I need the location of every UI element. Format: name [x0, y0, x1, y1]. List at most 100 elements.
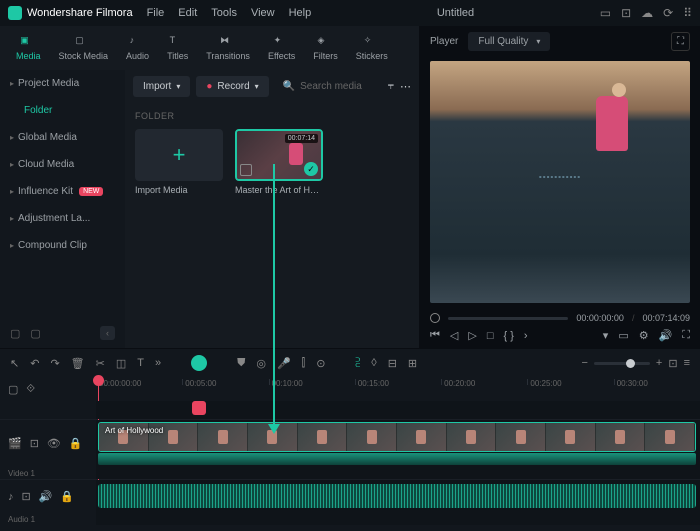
clip-indicator-icon — [240, 164, 252, 176]
app-logo: Wondershare Filmora — [8, 6, 133, 20]
sidebar-compound[interactable]: ▸Compound Clip — [0, 232, 125, 259]
player-label: Player — [430, 36, 458, 47]
audio-track-icon[interactable]: ♪ — [8, 491, 14, 503]
mic-icon[interactable]: 🎤 — [277, 357, 291, 370]
sidebar-project-media[interactable]: ▸Project Media — [0, 70, 125, 97]
zoom-out-icon[interactable]: − — [581, 357, 587, 369]
track-link-icon[interactable]: ⟐ — [26, 383, 35, 396]
snap-icon[interactable]: ⫔ — [355, 357, 360, 370]
audio-track: ♪ ⊡ 🔊 🔒 — [0, 479, 700, 513]
tab-filters[interactable]: ◈Filters — [305, 31, 346, 65]
more-icon[interactable]: ⋯ — [400, 80, 411, 93]
help-icon[interactable]: ⟳ — [663, 6, 673, 20]
forward-button[interactable]: › — [524, 330, 528, 342]
speed-icon[interactable]: ⊙ — [316, 357, 325, 370]
main-menu: File Edit Tools View Help — [147, 7, 312, 19]
video-track: 🎬 ⊡ 👁 🔒 Art of Hollywood — [0, 419, 700, 467]
delete-icon[interactable]: 🗑 — [71, 357, 85, 370]
back-button[interactable]: ◁ — [450, 329, 458, 342]
tab-effects[interactable]: ✦Effects — [260, 31, 303, 65]
fullscreen-button[interactable]: ⛶ — [682, 329, 690, 342]
audio-clip[interactable] — [98, 484, 696, 508]
collapse-sidebar-icon[interactable]: ‹ — [100, 326, 115, 340]
menu-file[interactable]: File — [147, 7, 165, 19]
tab-stickers[interactable]: ✧Stickers — [348, 31, 396, 65]
link-icon[interactable]: ⊟ — [388, 357, 397, 370]
group-icon[interactable]: ⊞ — [408, 357, 417, 370]
track-menu-icon[interactable]: ⊡ — [30, 437, 39, 450]
sidebar-adjustment[interactable]: ▸Adjustment La... — [0, 205, 125, 232]
asset-tabs: ▣Media ▢Stock Media ♪Audio TTitles ⧓Tran… — [0, 26, 419, 70]
marker-button[interactable]: ▾ — [603, 329, 609, 342]
settings-button[interactable]: ⚙ — [639, 329, 649, 342]
video-clip[interactable]: Art of Hollywood — [98, 422, 696, 452]
lock-icon[interactable]: 🔒 — [60, 490, 74, 503]
media-sidebar: ▸Project Media Folder ▸Global Media ▸Clo… — [0, 70, 125, 348]
fit-icon[interactable]: ⊡ — [668, 357, 677, 370]
track-add-icon[interactable]: ▢ — [8, 383, 18, 396]
video-preview[interactable]: ▪▪▪▪▪▪▪▪▪▪▪ — [430, 61, 690, 303]
record-button[interactable]: ●Record▾ — [196, 76, 268, 97]
text-icon[interactable]: T — [137, 357, 144, 369]
menu-help[interactable]: Help — [289, 7, 312, 19]
seek-bar[interactable] — [448, 317, 568, 320]
media-clip-tile[interactable]: 00:07:14 ✓ Master the Art of Holl... — [235, 129, 323, 195]
redo-icon[interactable]: ↷ — [50, 357, 59, 370]
plus-icon: + — [173, 142, 186, 168]
compare-button[interactable]: ▭ — [618, 329, 628, 342]
quality-dropdown[interactable]: Full Quality▾ — [468, 32, 550, 51]
marker-tool-icon[interactable]: ◊ — [371, 357, 376, 369]
filter-icon[interactable]: ⫧ — [388, 80, 394, 93]
snapshot-button[interactable]: ⛶ — [671, 32, 690, 51]
visibility-icon[interactable]: 👁 — [47, 437, 61, 450]
volume-button[interactable]: 🔊 — [659, 329, 673, 342]
cloud-icon[interactable]: ☁ — [641, 6, 653, 20]
zoom-slider[interactable] — [594, 362, 650, 365]
more-tools-icon[interactable]: » — [155, 357, 161, 369]
ai-tool-icon[interactable] — [191, 355, 207, 371]
grid-icon[interactable]: ⠿ — [683, 6, 692, 20]
play-button[interactable]: ▷ — [468, 329, 476, 342]
seek-handle[interactable] — [430, 313, 440, 323]
mute-icon[interactable]: 🔊 — [39, 490, 53, 503]
crop-icon[interactable]: ◫ — [116, 357, 126, 370]
mixer-icon[interactable]: ⫿ — [302, 357, 306, 370]
sidebar-global-media[interactable]: ▸Global Media — [0, 124, 125, 151]
import-button[interactable]: Import▾ — [133, 76, 190, 97]
document-title: Untitled — [325, 7, 586, 19]
video-track-icon[interactable]: 🎬 — [8, 437, 22, 450]
tab-media[interactable]: ▣Media — [8, 31, 49, 65]
undo-icon[interactable]: ↶ — [30, 357, 39, 370]
sidebar-folder[interactable]: Folder — [0, 97, 125, 124]
stop-button[interactable]: □ — [487, 330, 494, 342]
menu-tools[interactable]: Tools — [211, 7, 237, 19]
sidebar-cloud-media[interactable]: ▸Cloud Media — [0, 151, 125, 178]
list-icon[interactable]: ≡ — [684, 357, 690, 369]
menu-edit[interactable]: Edit — [178, 7, 197, 19]
screen-icon[interactable]: ⊡ — [621, 6, 631, 20]
shield-icon[interactable]: ⛊ — [237, 357, 245, 370]
import-media-tile[interactable]: + Import Media — [135, 129, 223, 195]
layout-icon[interactable]: ▭ — [600, 6, 611, 20]
tab-audio[interactable]: ♪Audio — [118, 31, 157, 65]
loop-button[interactable]: { } — [504, 330, 514, 342]
track-lock-icon[interactable] — [192, 401, 206, 415]
timeline: ↖ ↶ ↷ 🗑 ✂ ◫ T » ⛊ ◎ 🎤 ⫿ ⊙ ⫔ ◊ ⊟ ⊞ − + ⊡ … — [0, 348, 700, 531]
new-folder-icon[interactable]: ▢ — [30, 327, 40, 340]
sidebar-influence-kit[interactable]: ▸Influence KitNEW — [0, 178, 125, 205]
pointer-tool[interactable]: ↖ — [10, 357, 19, 370]
zoom-in-icon[interactable]: + — [656, 357, 662, 369]
tab-stock[interactable]: ▢Stock Media — [51, 31, 117, 65]
menu-view[interactable]: View — [251, 7, 275, 19]
search-input[interactable]: 🔍 Search media — [275, 76, 382, 97]
lock-icon[interactable]: 🔒 — [69, 437, 83, 450]
track-menu-icon[interactable]: ⊡ — [22, 490, 31, 503]
target-icon[interactable]: ◎ — [256, 357, 266, 370]
tab-titles[interactable]: TTitles — [159, 31, 196, 65]
titlebar: Wondershare Filmora File Edit Tools View… — [0, 0, 700, 26]
tab-transitions[interactable]: ⧓Transitions — [198, 31, 258, 65]
time-ruler[interactable]: 00:00:00:00 00:05:00 00:10:00 00:15:00 0… — [96, 377, 700, 401]
cut-icon[interactable]: ✂ — [96, 357, 105, 370]
new-bin-icon[interactable]: ▢ — [10, 327, 20, 340]
prev-button[interactable]: ⏮ — [430, 329, 440, 342]
